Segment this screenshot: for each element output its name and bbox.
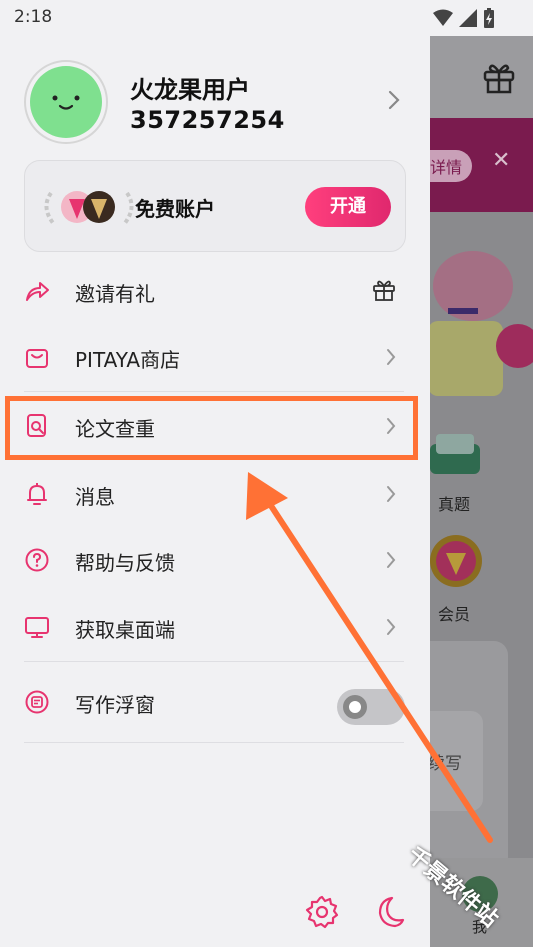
battery-icon: [484, 8, 494, 28]
status-bar: 2:18: [0, 0, 533, 36]
annotation-arrow: [246, 472, 493, 843]
status-icons: [433, 8, 495, 28]
status-time: 2:18: [14, 7, 53, 27]
signal-icon: [459, 9, 477, 27]
wifi-icon: [433, 9, 453, 26]
